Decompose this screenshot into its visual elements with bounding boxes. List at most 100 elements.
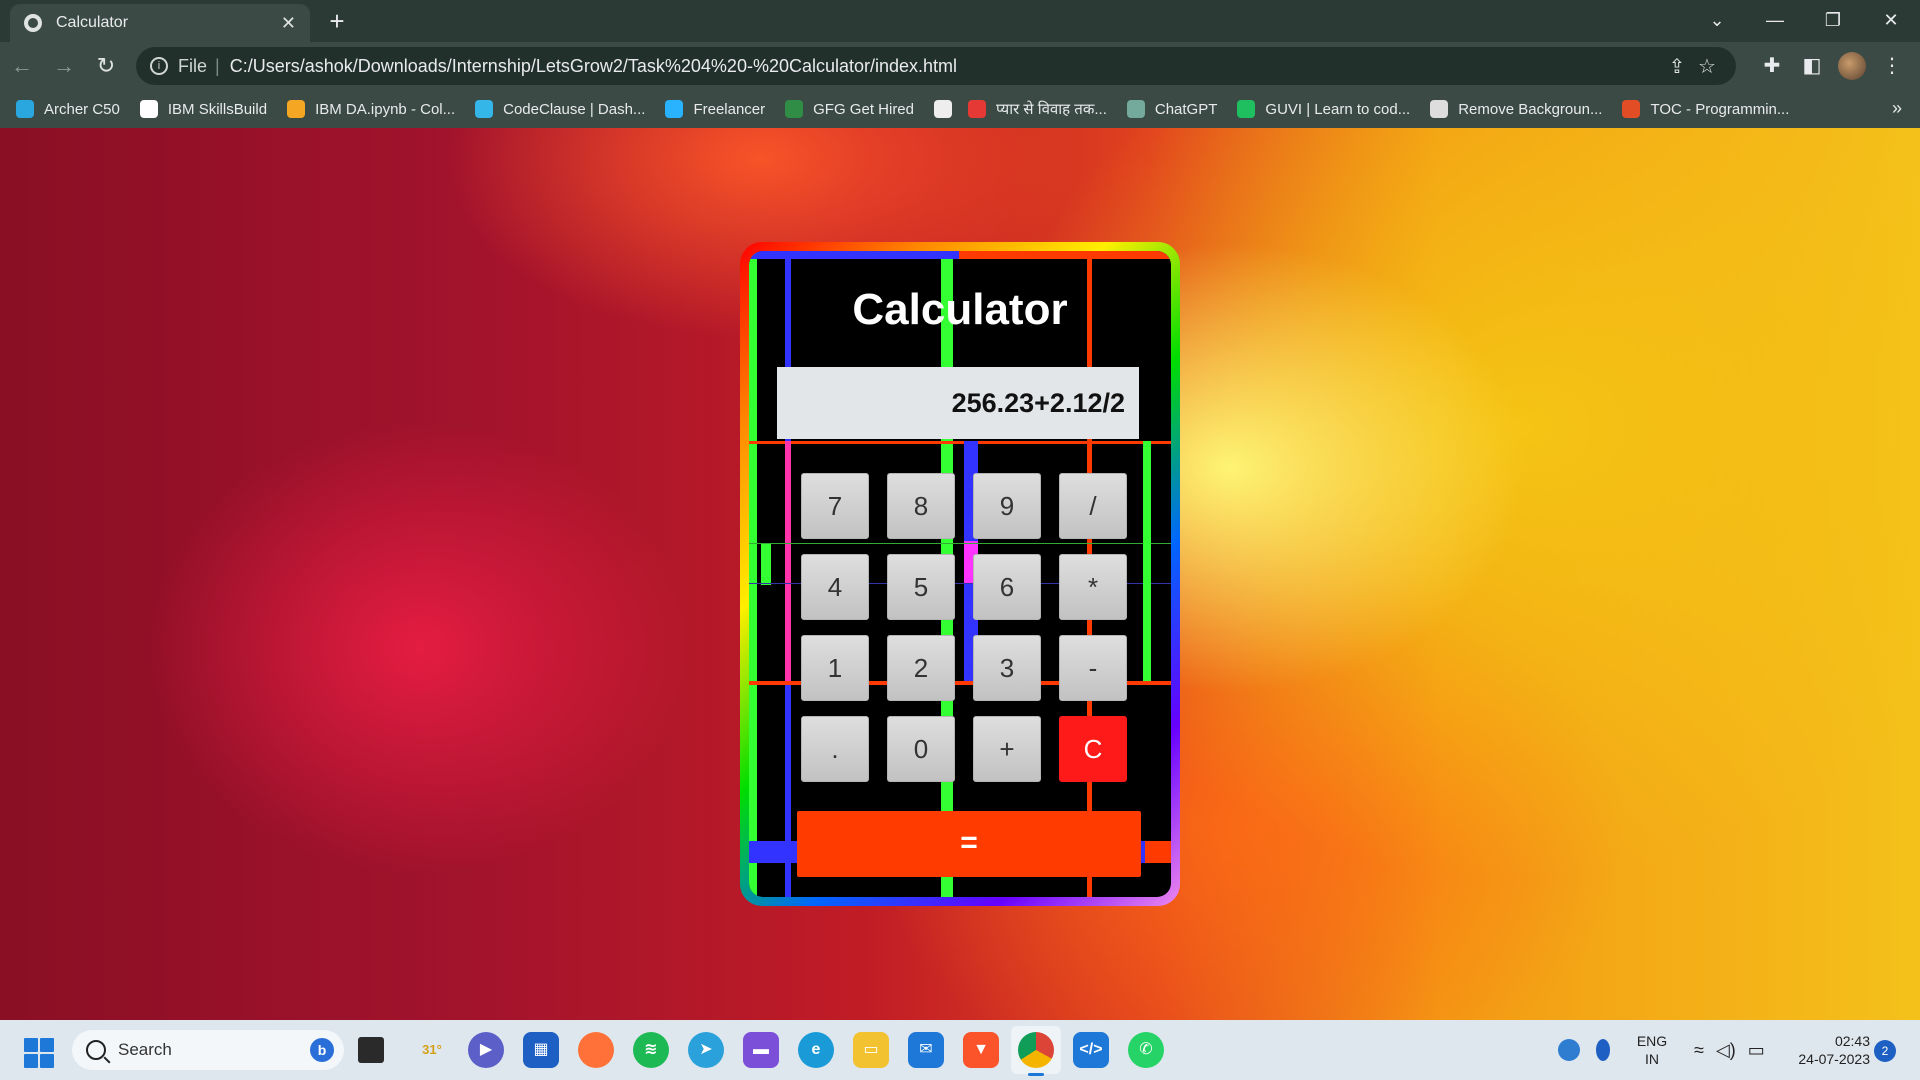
profile-avatar[interactable] xyxy=(1838,52,1866,80)
bookmark-item[interactable]: Remove Backgroun... xyxy=(1430,100,1602,118)
lang-code: ENG xyxy=(1636,1033,1668,1049)
bookmark-favicon-icon xyxy=(1237,100,1256,118)
chrome-icon[interactable] xyxy=(1018,1032,1054,1076)
key-3-button[interactable]: 3 xyxy=(973,635,1041,701)
bookmark-favicon-icon xyxy=(934,100,952,118)
calculator-display[interactable] xyxy=(777,367,1139,439)
key-0-button[interactable]: 0 xyxy=(887,716,955,782)
key-add-button[interactable]: + xyxy=(973,716,1041,782)
share-icon[interactable]: ⇪ xyxy=(1662,54,1692,79)
info-icon[interactable]: i xyxy=(150,57,168,75)
side-panel-icon[interactable]: ◧ xyxy=(1792,46,1832,86)
bookmark-favicon-icon xyxy=(968,100,986,118)
bing-icon[interactable]: b xyxy=(310,1038,334,1062)
decor-stripe xyxy=(749,251,757,897)
bookmark-item[interactable]: GUVI | Learn to cod... xyxy=(1237,100,1410,118)
key-7-button[interactable]: 7 xyxy=(801,473,869,539)
bookmark-item[interactable]: Archer C50 xyxy=(16,100,120,118)
tab-search-icon[interactable]: ⌄ xyxy=(1688,0,1746,42)
volume-icon: ◁) xyxy=(1715,1039,1736,1060)
back-arrow-icon[interactable]: ← xyxy=(2,46,42,86)
bookmark-item[interactable]: CodeClause | Dash... xyxy=(475,100,645,118)
clipchamp-icon[interactable]: ▬ xyxy=(743,1032,779,1068)
notification-badge[interactable]: 2 xyxy=(1874,1040,1896,1062)
browser-tab[interactable]: Calculator ✕ xyxy=(10,4,310,42)
bookmark-item[interactable] xyxy=(934,100,962,118)
language-indicator[interactable]: ENG IN xyxy=(1630,1032,1674,1068)
key-clear-button[interactable]: C xyxy=(1059,716,1127,782)
firefox-icon[interactable] xyxy=(578,1032,614,1068)
bookmark-item[interactable]: IBM SkillsBuild xyxy=(139,100,267,118)
decor-stripe xyxy=(959,251,1171,259)
key-subtract-button[interactable]: - xyxy=(1059,635,1127,701)
task-view-icon[interactable] xyxy=(358,1037,384,1063)
spotify-icon[interactable]: ≋ xyxy=(633,1032,669,1068)
key-decimal-button[interactable]: . xyxy=(801,716,869,782)
extensions-icon[interactable]: ✚ xyxy=(1752,46,1792,86)
battery-icon: ▭ xyxy=(1747,1039,1765,1060)
decor-stripe xyxy=(749,441,1171,444)
taskbar-search[interactable]: Search b xyxy=(72,1030,344,1070)
clock-date: 24-07-2023 xyxy=(1798,1051,1870,1067)
mail-icon[interactable]: ✉ xyxy=(908,1032,944,1068)
key-9-button[interactable]: 9 xyxy=(973,473,1041,539)
teams-icon[interactable]: ▶ xyxy=(468,1032,504,1068)
system-tray xyxy=(1550,1020,1618,1080)
decor-stripe xyxy=(761,543,771,585)
bookmark-item[interactable]: GFG Get Hired xyxy=(785,100,914,118)
url-text[interactable]: C:/Users/ashok/Downloads/Internship/Lets… xyxy=(230,56,1662,77)
whatsapp-icon[interactable]: ✆ xyxy=(1128,1032,1164,1068)
restore-button[interactable]: ❐ xyxy=(1804,0,1862,42)
key-divide-button[interactable]: / xyxy=(1059,473,1127,539)
calculator-title: Calculator xyxy=(852,285,1068,334)
bluetooth-icon[interactable] xyxy=(1596,1039,1610,1061)
store-icon[interactable]: ▦ xyxy=(523,1032,559,1068)
browser-toolbar: ← → ↻ i File | C:/Users/ashok/Downloads/… xyxy=(0,42,1920,90)
bookmark-item[interactable]: IBM DA.ipynb - Col... xyxy=(287,100,455,118)
bookmark-item[interactable]: प्यार से विवाह तक... xyxy=(968,99,1107,119)
security-icon[interactable] xyxy=(1558,1039,1580,1061)
globe-icon xyxy=(24,14,42,32)
vscode-icon[interactable]: </> xyxy=(1073,1032,1109,1068)
brave-icon[interactable]: ▼ xyxy=(963,1032,999,1068)
close-tab-icon[interactable]: ✕ xyxy=(281,13,296,34)
bookmark-item[interactable]: Freelancer xyxy=(665,100,765,118)
window-controls: ⌄ — ❐ ✕ xyxy=(1688,0,1920,42)
close-window-button[interactable]: ✕ xyxy=(1862,0,1920,42)
key-5-button[interactable]: 5 xyxy=(887,554,955,620)
address-bar[interactable]: i File | C:/Users/ashok/Downloads/Intern… xyxy=(136,47,1736,85)
key-1-button[interactable]: 1 xyxy=(801,635,869,701)
bookmark-label: ChatGPT xyxy=(1154,100,1218,118)
bookmark-label: CodeClause | Dash... xyxy=(503,100,646,118)
forward-arrow-icon[interactable]: → xyxy=(44,46,84,86)
menu-icon[interactable]: ⋮ xyxy=(1872,46,1912,86)
bookmark-label: Remove Backgroun... xyxy=(1458,100,1603,118)
file-explorer-icon[interactable]: ▭ xyxy=(853,1032,889,1068)
tab-title: Calculator xyxy=(56,14,129,31)
key-6-button[interactable]: 6 xyxy=(973,554,1041,620)
key-8-button[interactable]: 8 xyxy=(887,473,955,539)
equals-button[interactable]: = xyxy=(797,811,1141,877)
minimize-button[interactable]: — xyxy=(1746,0,1804,42)
url-separator: | xyxy=(215,55,220,76)
bookmark-star-icon[interactable]: ☆ xyxy=(1692,54,1722,79)
lang-region: IN xyxy=(1645,1051,1659,1067)
weather-icon[interactable]: 31° xyxy=(414,1032,450,1068)
key-2-button[interactable]: 2 xyxy=(887,635,955,701)
reload-icon[interactable]: ↻ xyxy=(86,46,126,86)
page-background: Calculator 789 / 456 * 123-. 0 + C = xyxy=(0,128,1920,1020)
new-tab-button[interactable]: + xyxy=(322,6,352,36)
telegram-icon[interactable]: ➤ xyxy=(688,1032,724,1068)
quick-settings[interactable]: ≈ ◁) ▭ xyxy=(1688,1020,1771,1080)
clock[interactable]: 02:43 24-07-2023 xyxy=(1780,1032,1870,1068)
bookmarks-overflow-icon[interactable]: » xyxy=(1892,98,1902,119)
calculator-frame: Calculator 789 / 456 * 123-. 0 + C = xyxy=(740,242,1180,906)
windows-start-icon[interactable] xyxy=(24,1038,54,1068)
bookmark-item[interactable]: TOC - Programmin... xyxy=(1622,100,1789,118)
bookmark-item[interactable]: ChatGPT xyxy=(1126,100,1218,118)
bookmarks-bar: Archer C50 IBM SkillsBuild IBM DA.ipynb - … xyxy=(0,90,1920,128)
key-4-button[interactable]: 4 xyxy=(801,554,869,620)
bookmark-favicon-icon xyxy=(139,100,158,118)
key-multiply-button[interactable]: * xyxy=(1059,554,1127,620)
edge-icon[interactable]: e xyxy=(798,1032,834,1068)
